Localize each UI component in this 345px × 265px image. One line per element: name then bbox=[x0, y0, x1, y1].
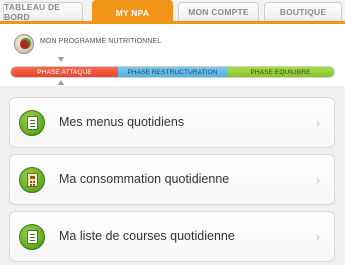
card-label: Ma liste de courses quotidienne bbox=[59, 229, 235, 243]
tab-boutique[interactable]: BOUTIQUE bbox=[264, 2, 342, 21]
card-label: Ma consommation quotidienne bbox=[59, 172, 230, 186]
menu-list-icon bbox=[19, 110, 45, 136]
current-phase-marker-bottom bbox=[58, 80, 64, 85]
shopping-list-icon bbox=[19, 224, 45, 250]
card-label: Mes menus quotidiens bbox=[59, 115, 185, 129]
phase-progress-bar: PHASE ATTAQUE PHASE RESTRUCTURATION PHAS… bbox=[10, 66, 335, 78]
plate-icon bbox=[14, 34, 34, 54]
phase-attaque[interactable]: PHASE ATTAQUE bbox=[11, 67, 118, 77]
tab-tableau-de-bord[interactable]: TABLEAU DE BORD bbox=[3, 2, 83, 22]
chevron-right-icon: › bbox=[316, 173, 320, 187]
consommation-quotidienne-card[interactable]: Ma consommation quotidienne › bbox=[9, 154, 335, 205]
phase-equilibre[interactable]: PHASE EQUILIBRE bbox=[227, 67, 334, 77]
liste-de-courses-card[interactable]: Ma liste de courses quotidienne › bbox=[9, 211, 335, 262]
tab-mon-compte[interactable]: MON COMPTE bbox=[178, 2, 259, 21]
tab-my-npa[interactable]: MY NPA bbox=[92, 0, 173, 24]
menu-list: Mes menus quotidiens › Ma consommation q… bbox=[0, 86, 345, 265]
program-header: MON PROGRAMME NUTRITIONNEL bbox=[0, 24, 345, 60]
chevron-right-icon: › bbox=[316, 116, 320, 130]
current-phase-marker-top bbox=[58, 57, 64, 62]
menus-quotidiens-card[interactable]: Mes menus quotidiens › bbox=[9, 97, 335, 148]
phase-restructuration[interactable]: PHASE RESTRUCTURATION bbox=[118, 67, 227, 77]
chevron-right-icon: › bbox=[316, 230, 320, 244]
calculator-icon bbox=[19, 167, 45, 193]
top-tab-bar: TABLEAU DE BORD MY NPA MON COMPTE BOUTIQ… bbox=[0, 0, 345, 24]
program-title: MON PROGRAMME NUTRITIONNEL bbox=[40, 38, 162, 45]
